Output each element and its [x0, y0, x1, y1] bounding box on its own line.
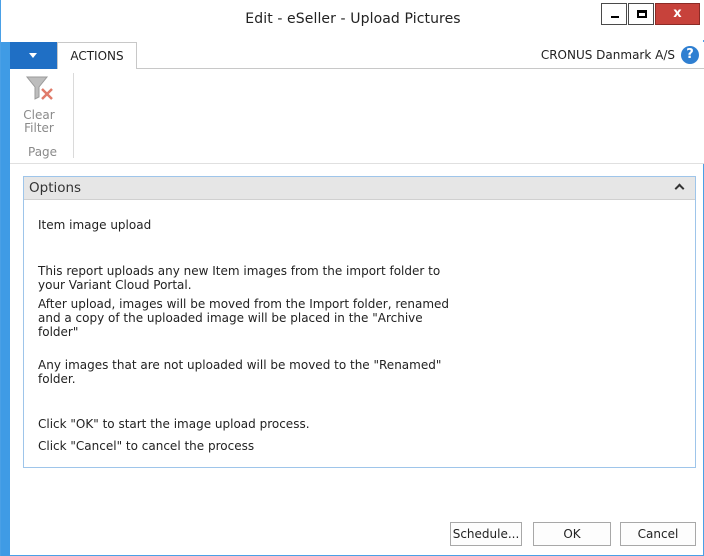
options-paragraph: Click "OK" to start the image upload pro… [38, 417, 310, 431]
ribbon-group-divider [73, 73, 74, 158]
help-icon[interactable]: ? [681, 46, 699, 64]
chevron-up-icon[interactable] [674, 183, 685, 194]
company-name: CRONUS Danmark A/S [540, 48, 675, 62]
schedule-button[interactable]: Schedule... [450, 522, 522, 546]
maximize-icon [637, 10, 647, 18]
chevron-down-icon [29, 53, 37, 58]
options-header[interactable]: Options [24, 177, 695, 200]
close-icon: x [673, 6, 682, 21]
clear-filter-icon [25, 76, 53, 100]
ribbon-group-label: Page [28, 145, 58, 159]
options-paragraph: Click "Cancel" to cancel the process [38, 439, 255, 453]
close-button[interactable]: x [655, 3, 700, 25]
options-paragraph: After upload, images will be moved from … [38, 297, 450, 339]
clear-filter-label: Clear Filter [19, 109, 59, 135]
options-paragraph: Item image upload [38, 218, 152, 232]
options-paragraph: This report uploads any new Item images … [38, 264, 441, 292]
clear-filter-button[interactable]: Clear Filter [19, 73, 59, 139]
ok-button[interactable]: OK [533, 522, 611, 546]
options-title: Options [29, 180, 82, 196]
tab-actions-label: ACTIONS [70, 49, 124, 63]
ribbon-content: Clear Filter Page [10, 69, 704, 164]
dialog-window: Edit - eSeller - Upload Pictures x ACTIO… [0, 0, 704, 556]
minimize-icon [611, 16, 619, 18]
ribbon-tab-row: ACTIONS CRONUS Danmark A/S ? [10, 42, 704, 70]
title-bar: Edit - eSeller - Upload Pictures x [1, 0, 704, 40]
maximize-button[interactable] [628, 3, 654, 25]
minimize-button[interactable] [601, 3, 627, 25]
clear-filter-line2: Filter [24, 121, 54, 135]
cancel-button[interactable]: Cancel [620, 522, 696, 546]
app-menu-button[interactable] [10, 42, 57, 69]
options-fasttab: Options Item image upload This report up… [23, 176, 696, 468]
window-title: Edit - eSeller - Upload Pictures [245, 11, 461, 27]
options-paragraph: Any images that are not uploaded will be… [38, 358, 442, 386]
tab-actions[interactable]: ACTIONS [57, 42, 137, 70]
left-frame-bar [1, 42, 10, 556]
